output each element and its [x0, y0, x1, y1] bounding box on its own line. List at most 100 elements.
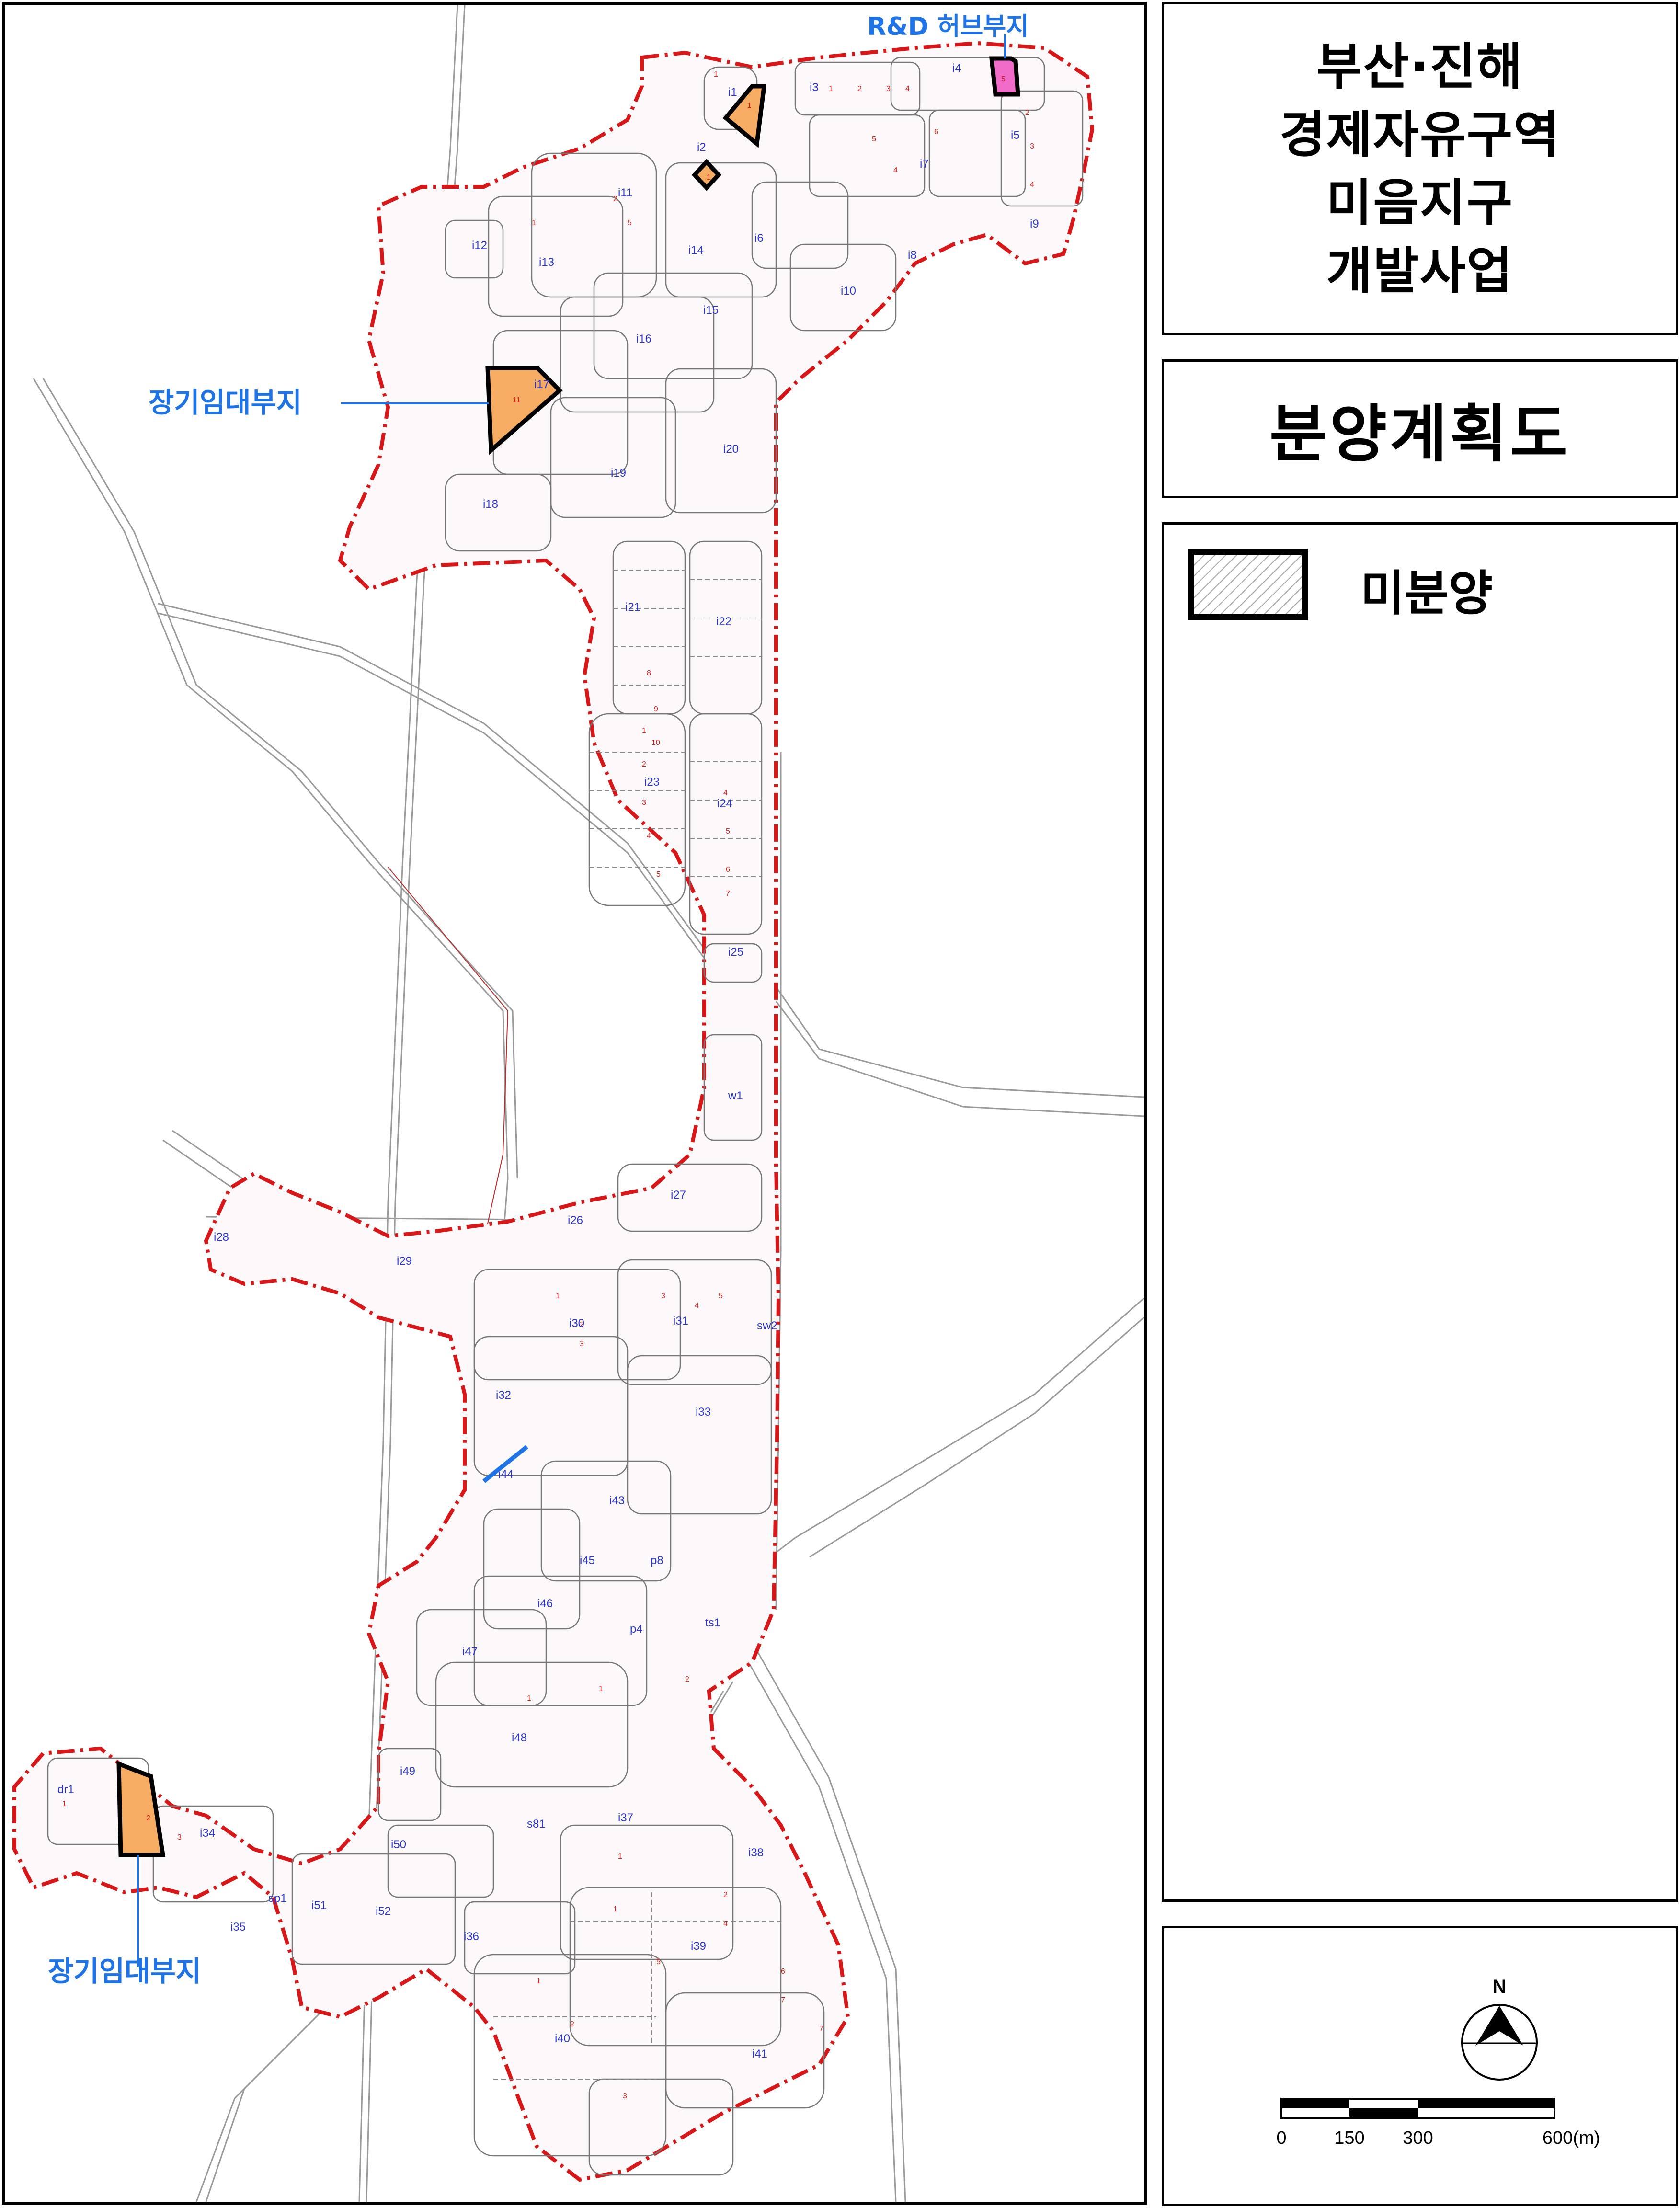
- svg-text:4: 4: [695, 1302, 699, 1310]
- zone-code: dr1: [57, 1783, 74, 1796]
- svg-text:3: 3: [623, 2092, 627, 2100]
- scale-bar: 0 150 300 600(m): [1276, 2098, 1600, 2148]
- zone-code: i36: [464, 1930, 479, 1943]
- svg-text:1: 1: [613, 1905, 617, 1913]
- svg-text:5: 5: [872, 135, 876, 143]
- site-map: 111 12345 546234 11 1 5 2 8 9 10 12345 4567 1…: [2, 2, 1147, 2205]
- zone-code: i11: [618, 186, 632, 199]
- zone-code: i16: [636, 332, 651, 345]
- zone-code: i3: [810, 81, 819, 94]
- zone-code: i10: [841, 285, 856, 297]
- svg-text:3: 3: [661, 1292, 665, 1300]
- scale-tick: 150: [1334, 2128, 1364, 2148]
- svg-text:11: 11: [513, 396, 521, 404]
- long-term-lease-label-south: 장기임대부지: [48, 1955, 201, 1988]
- svg-text:10: 10: [651, 739, 660, 747]
- svg-text:7: 7: [726, 890, 730, 898]
- zone-code: i27: [671, 1189, 686, 1201]
- scale-tick: 600(m): [1543, 2128, 1600, 2148]
- zone-code: i51: [311, 1899, 327, 1912]
- svg-text:3: 3: [642, 799, 646, 807]
- zone-code: i6: [754, 232, 764, 245]
- svg-text:5: 5: [719, 1292, 723, 1300]
- zone-code: w1: [728, 1089, 743, 1102]
- svg-text:5: 5: [1001, 75, 1006, 83]
- svg-text:1: 1: [599, 1685, 603, 1693]
- zone-code: i2: [697, 141, 706, 154]
- svg-text:2: 2: [642, 760, 646, 768]
- zone-code: i39: [691, 1940, 706, 1953]
- zone-code: i35: [230, 1921, 246, 1933]
- svg-text:1: 1: [532, 219, 536, 227]
- zone-code: i18: [483, 498, 498, 511]
- svg-text:8: 8: [647, 669, 651, 677]
- svg-text:7: 7: [781, 1996, 785, 2004]
- unsold-hatch-swatch: [1188, 549, 1308, 620]
- zone-code: i47: [462, 1645, 478, 1658]
- svg-text:5: 5: [656, 870, 661, 879]
- north-label: N: [1493, 1976, 1507, 1997]
- scale-tick: 300: [1403, 2128, 1433, 2148]
- svg-text:1: 1: [618, 1853, 622, 1861]
- heading-box: 분양계획도: [1162, 359, 1678, 498]
- svg-text:1: 1: [537, 1977, 541, 1985]
- zone-code: i20: [723, 443, 739, 456]
- svg-text:6: 6: [934, 128, 938, 136]
- zone-code: i17: [534, 378, 549, 391]
- title-line: 부산·진해: [1316, 37, 1524, 96]
- zone-code: i15: [703, 304, 719, 317]
- zone-code: i37: [618, 1811, 633, 1824]
- svg-text:1: 1: [707, 173, 711, 182]
- zone-code: i26: [568, 1214, 583, 1227]
- zone-code: i28: [214, 1231, 229, 1244]
- zone-code: p8: [651, 1554, 663, 1567]
- zone-code: i24: [717, 797, 732, 810]
- zone-code: i13: [539, 256, 554, 269]
- svg-text:6: 6: [726, 866, 730, 874]
- zone-code: i7: [920, 158, 929, 171]
- svg-text:4: 4: [893, 166, 898, 174]
- svg-text:7: 7: [819, 2025, 823, 2033]
- zone-code: i25: [728, 946, 743, 959]
- zone-code: i19: [611, 467, 626, 480]
- zone-code: ts1: [705, 1616, 720, 1629]
- svg-text:4: 4: [647, 832, 651, 840]
- svg-text:1: 1: [642, 727, 646, 735]
- zone-code: i50: [391, 1838, 406, 1851]
- unsold-parcel-i34: [116, 1761, 166, 1857]
- zone-code: i41: [752, 2048, 767, 2060]
- svg-text:2: 2: [146, 1814, 150, 1822]
- svg-text:6: 6: [781, 1968, 785, 1976]
- svg-text:1: 1: [527, 1694, 531, 1703]
- zone-code: i1: [728, 86, 737, 99]
- svg-text:2: 2: [613, 195, 617, 203]
- zone-code: i4: [952, 62, 961, 75]
- svg-text:2: 2: [1025, 109, 1029, 117]
- long-term-lease-label-north: 장기임대부지: [149, 386, 302, 419]
- zone-code: i31: [673, 1315, 688, 1327]
- svg-text:1: 1: [829, 85, 833, 93]
- title-line: 미음지구: [1326, 173, 1514, 232]
- svg-text:1: 1: [714, 70, 718, 79]
- svg-text:2: 2: [570, 2020, 574, 2028]
- zone-code: i23: [644, 776, 660, 789]
- title-box: 부산·진해 경제자유구역 미음지구 개발사업: [1162, 2, 1678, 335]
- zone-code: i30: [569, 1317, 584, 1330]
- zone-code: i33: [696, 1406, 711, 1419]
- zone-code: i14: [688, 244, 704, 257]
- svg-text:5: 5: [628, 219, 632, 227]
- zone-code: i48: [512, 1731, 527, 1744]
- zone-code: s81: [527, 1818, 546, 1830]
- legend-box: 미분양: [1162, 522, 1678, 1902]
- svg-text:2: 2: [685, 1675, 689, 1683]
- svg-text:4: 4: [1030, 181, 1034, 189]
- zone-code: i52: [376, 1905, 391, 1918]
- svg-text:3: 3: [1030, 142, 1034, 150]
- zone-code: sp1: [268, 1892, 287, 1905]
- zone-code: i45: [580, 1554, 595, 1567]
- zone-code: sw2: [757, 1319, 777, 1332]
- svg-text:5: 5: [726, 827, 730, 835]
- scale-tick: 0: [1276, 2128, 1286, 2148]
- zone-code: i43: [609, 1494, 625, 1507]
- zone-code: i32: [496, 1389, 511, 1402]
